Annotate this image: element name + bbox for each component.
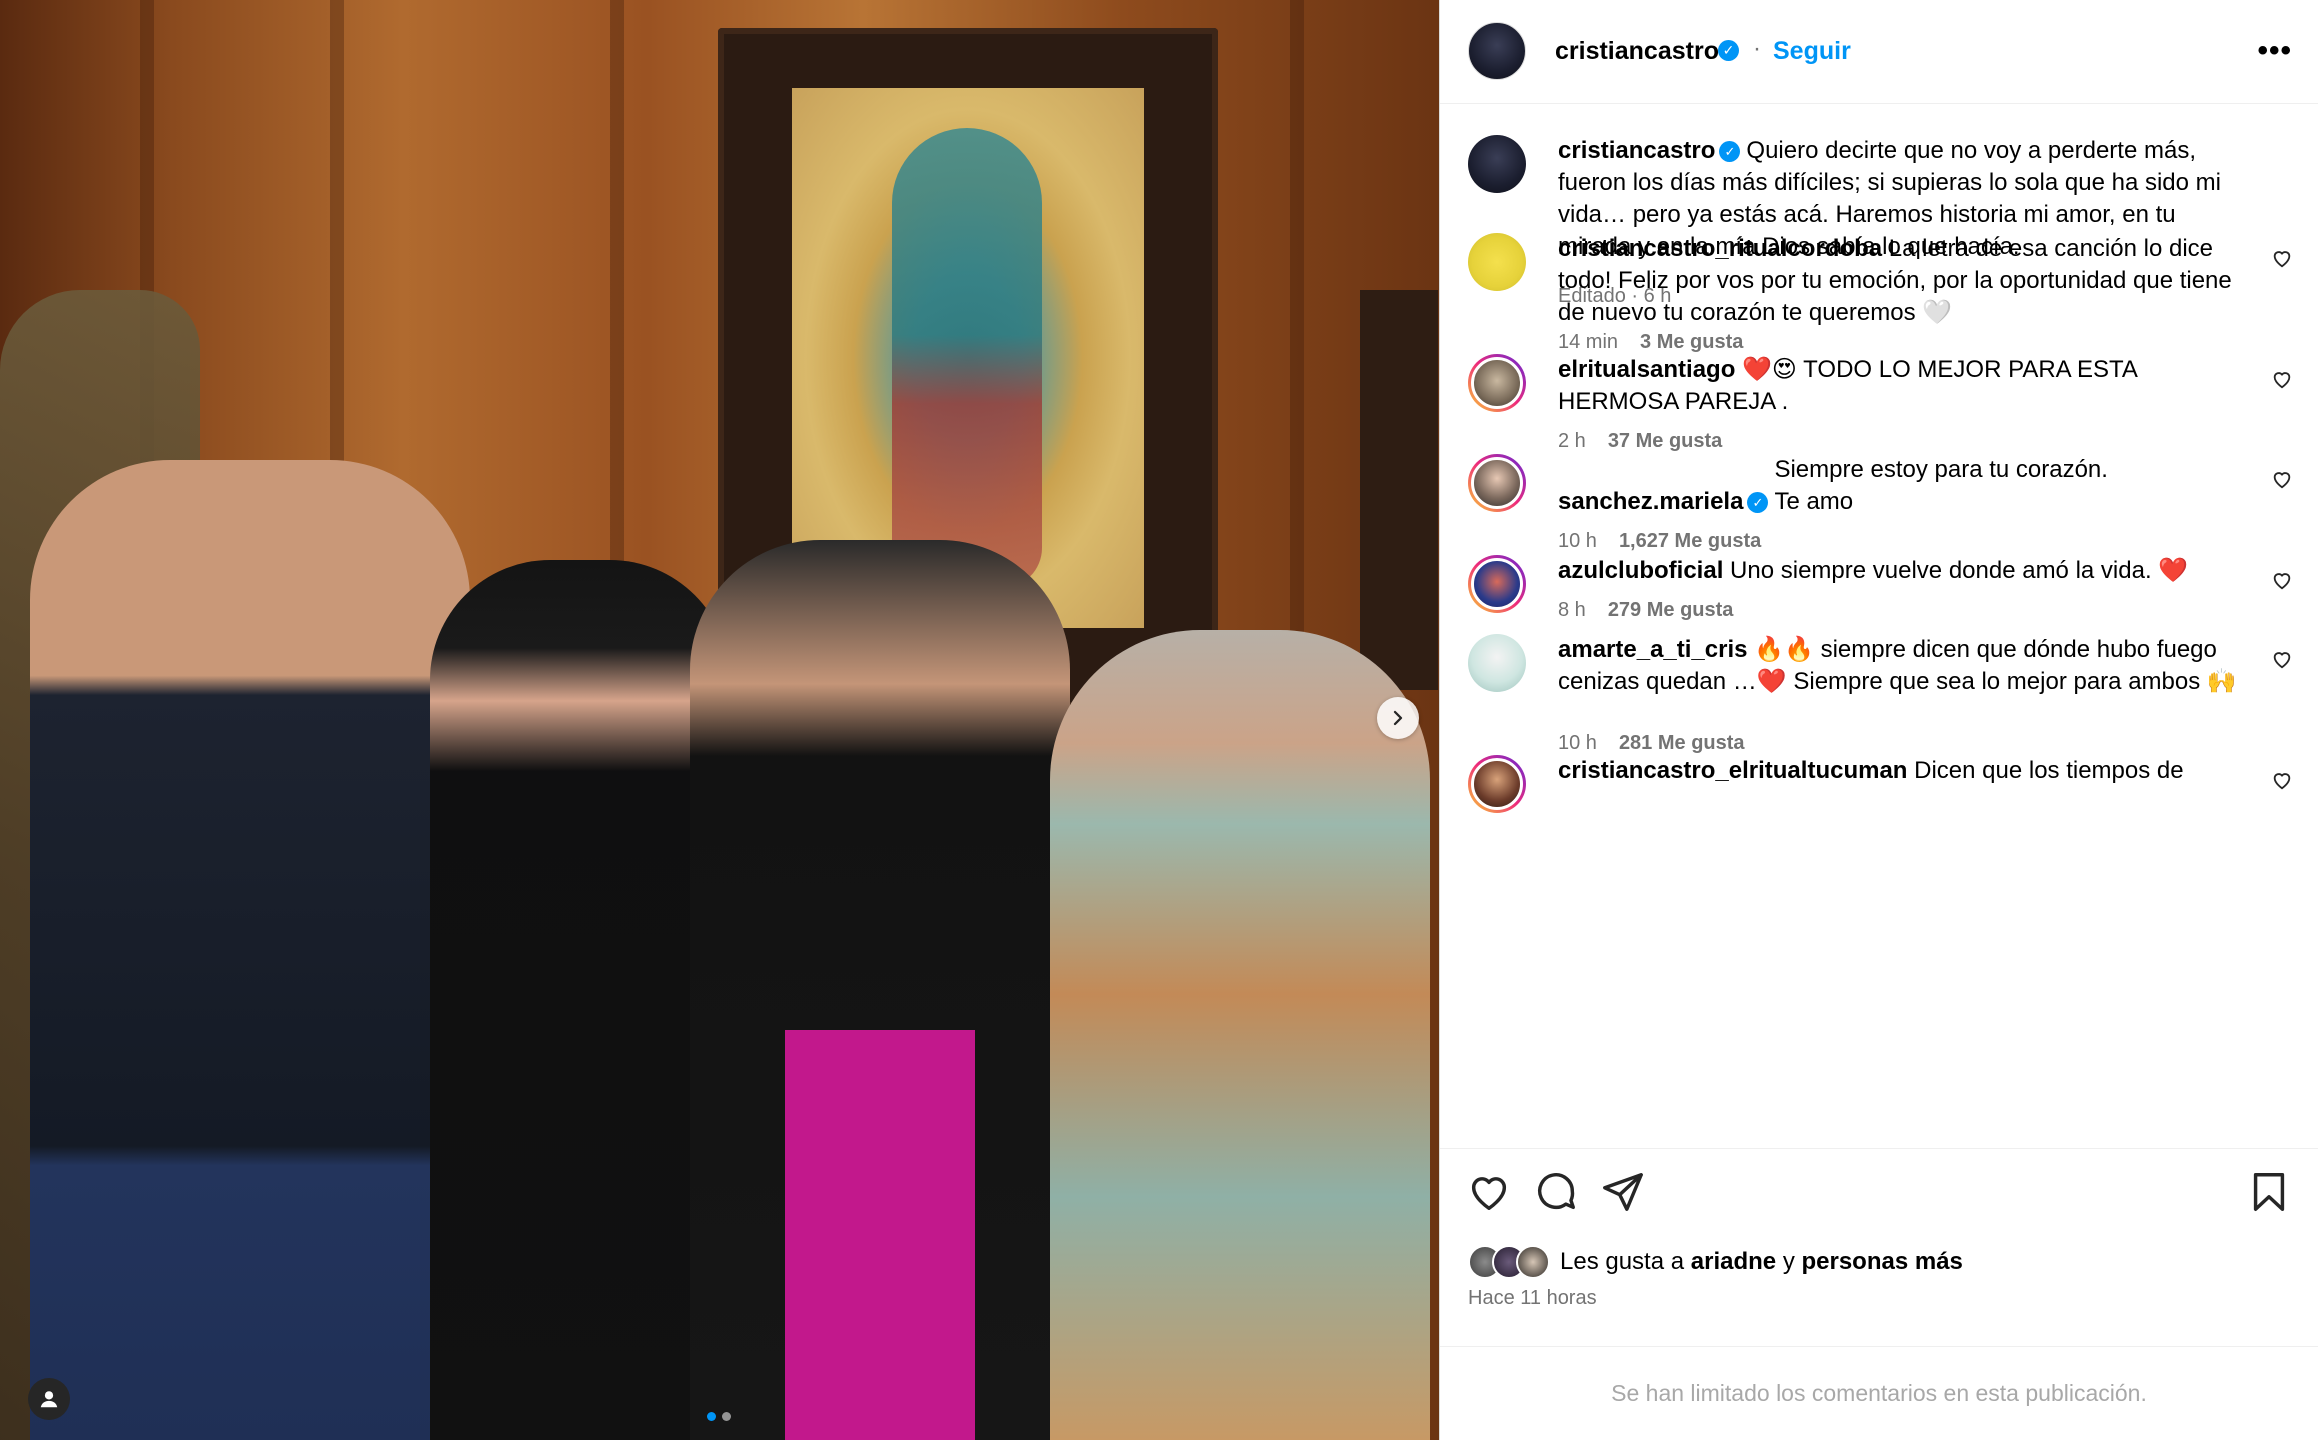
liker-avatars: [1468, 1245, 1550, 1279]
avatar[interactable]: [1468, 755, 1526, 813]
comment-icon[interactable]: [1533, 1169, 1579, 1215]
avatar[interactable]: [1468, 233, 1526, 291]
comment-likes[interactable]: 37 Me gusta: [1608, 430, 1722, 452]
avatar[interactable]: [1468, 22, 1526, 80]
heart-icon[interactable]: [2271, 368, 2293, 390]
comment-time: 8 h: [1558, 599, 1586, 621]
share-icon[interactable]: [1600, 1169, 1646, 1215]
heart-icon[interactable]: [2271, 648, 2293, 670]
post-time[interactable]: Hace 11 horas: [1468, 1287, 1597, 1310]
avatar[interactable]: [1468, 634, 1526, 692]
user-tag-icon[interactable]: [28, 1378, 70, 1420]
comment-time: 10 h: [1558, 530, 1597, 552]
verified-icon: ✓: [1747, 492, 1769, 513]
heart-icon[interactable]: [2271, 569, 2293, 591]
follow-button[interactable]: Seguir: [1773, 37, 1851, 66]
comment-text: Uno siempre vuelve donde amó la vida. ❤️: [1730, 557, 2189, 584]
comment-time: 10 h: [1558, 732, 1597, 754]
likes-prefix: Les gusta a: [1560, 1248, 1685, 1275]
post-side-panel: cristiancastro ✓ · Seguir ••• cristianca…: [1439, 0, 2318, 1440]
avatar[interactable]: [1468, 135, 1526, 193]
heart-icon[interactable]: [2271, 468, 2293, 490]
comment-time: 14 min: [1558, 331, 1619, 353]
comment-username[interactable]: cristiancastro_ritualcordoba: [1558, 235, 1882, 262]
liker-username[interactable]: ariadne: [1691, 1248, 1776, 1275]
person-woman-black: [430, 560, 730, 1440]
comment-likes[interactable]: 279 Me gusta: [1608, 599, 1734, 621]
likes-summary[interactable]: Les gusta a ariadne y personas más: [1468, 1245, 1963, 1279]
comments-list[interactable]: cristiancastro ✓ Quiero decirte que no voy…: [1440, 105, 2318, 1147]
side-frame: [1360, 290, 1438, 690]
next-slide-button[interactable]: [1377, 697, 1419, 739]
comment-likes[interactable]: 281 Me gusta: [1619, 732, 1745, 754]
avatar[interactable]: [1468, 454, 1526, 512]
heart-icon[interactable]: [2271, 247, 2293, 269]
action-bar: Les gusta a ariadne y personas más Hace …: [1440, 1148, 2318, 1348]
more-icon[interactable]: •••: [2257, 34, 2292, 68]
comment-time: 2 h: [1558, 430, 1586, 452]
comment-username[interactable]: elritualsantiago: [1558, 356, 1735, 383]
verified-icon: ✓: [1719, 141, 1741, 162]
heart-icon[interactable]: [2271, 769, 2293, 791]
carousel-dot: [722, 1412, 731, 1421]
avatar[interactable]: [1468, 555, 1526, 613]
comments-limited-note: Se han limitado los comentarios en esta …: [1440, 1346, 2318, 1440]
comment-username[interactable]: azulcluboficial: [1558, 557, 1723, 584]
author-username[interactable]: cristiancastro: [1555, 37, 1719, 66]
comment-username[interactable]: sanchez.mariela: [1558, 488, 1743, 515]
comment-likes[interactable]: 1,627 Me gusta: [1619, 530, 1761, 552]
likes-conj: y: [1782, 1248, 1795, 1275]
bookmark-icon[interactable]: [2246, 1169, 2292, 1215]
post-header: cristiancastro ✓ · Seguir •••: [1440, 0, 2318, 104]
comment-text: Siempre estoy para tu corazón. Te amo: [1774, 456, 2108, 515]
likes-others[interactable]: personas más: [1801, 1248, 1962, 1275]
separator: ·: [1753, 35, 1761, 62]
chevron-right-icon: [1393, 710, 1403, 726]
comment-username[interactable]: amarte_a_ti_cris: [1558, 636, 1747, 663]
person-left: [30, 460, 470, 1440]
comment-text: Dicen que los tiempos de: [1914, 757, 2184, 784]
carousel-dot: [707, 1412, 716, 1421]
post-photo[interactable]: [0, 0, 1439, 1440]
caption-username[interactable]: cristiancastro: [1558, 137, 1715, 164]
comment-likes[interactable]: 3 Me gusta: [1640, 331, 1743, 353]
person-woman-dress: [1050, 630, 1430, 1440]
carousel-dots: [707, 1412, 731, 1421]
comment-username[interactable]: cristiancastro_elritualtucuman: [1558, 757, 1907, 784]
avatar[interactable]: [1468, 354, 1526, 412]
person-bishop: [690, 540, 1070, 1440]
avatar: [1516, 1245, 1550, 1279]
verified-icon: ✓: [1718, 40, 1739, 61]
heart-icon[interactable]: [1466, 1169, 1512, 1215]
